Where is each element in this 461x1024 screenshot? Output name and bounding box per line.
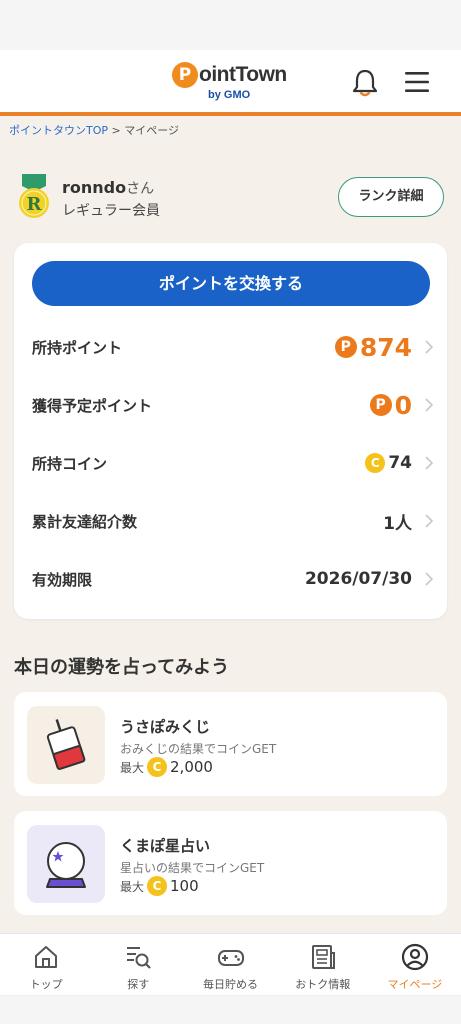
nav-label: トップ [29, 978, 63, 991]
logo-text: ointTown [199, 63, 287, 86]
row-value: C 74 [365, 446, 412, 480]
bottom-nav: トップ 探す 毎日貯める おトク情報 マイページ [0, 933, 461, 995]
system-nav-area [0, 996, 461, 1024]
user-icon [401, 943, 429, 971]
owned-coins-row[interactable]: 所持コイン C 74 [32, 434, 434, 492]
member-type: レギュラー会員 [62, 203, 160, 219]
breadcrumb-separator: > [108, 124, 125, 137]
rank-detail-button[interactable]: ランク詳細 [338, 177, 444, 217]
point-icon: P [334, 336, 357, 358]
fortune-card-horoscope[interactable]: くまぽ星占い 星占いの結果でコインGET 最大 C 100 [14, 811, 447, 915]
rank-letter: R [27, 194, 43, 215]
username: ronndoさん [62, 178, 154, 198]
row-label: 累計友達紹介数 [32, 513, 138, 531]
exchange-points-button[interactable]: ポイントを交換する [32, 261, 430, 306]
nav-label: 探す [127, 978, 150, 991]
search-list-icon [127, 947, 152, 969]
coin-icon: C [365, 453, 386, 473]
fortune-title: くまぽ星占い [120, 837, 211, 855]
gamepad-icon [217, 950, 244, 966]
chevron-right-icon [425, 514, 434, 528]
rank-medal-icon: R [19, 174, 49, 218]
nav-top[interactable]: トップ [0, 934, 92, 996]
crystal-ball-icon [27, 825, 105, 903]
nav-mypage[interactable]: マイページ [369, 934, 461, 996]
pointtown-logo[interactable]: P ointTown by GMO [172, 62, 292, 104]
nav-label: おトク情報 [295, 978, 351, 991]
points-card: ポイントを交換する 所持ポイント P 874 獲得予定ポイント P 0 所持コイ… [14, 243, 447, 619]
coin-icon: C [147, 876, 168, 896]
row-value: 2026/07/30 [305, 562, 412, 596]
coin-icon: C [147, 757, 168, 777]
logo-sub: by GMO [208, 89, 251, 101]
username-suffix: さん [126, 181, 155, 197]
referral-count-value: 1人 [383, 513, 412, 534]
nav-search[interactable]: 探す [92, 934, 184, 996]
row-label: 所持コイン [32, 455, 108, 473]
nav-label: マイページ [387, 978, 443, 991]
chevron-right-icon [425, 572, 434, 586]
row-label: 所持ポイント [32, 339, 123, 357]
owned-points-row[interactable]: 所持ポイント P 874 [32, 318, 434, 376]
max-label: 最大 [120, 760, 145, 775]
fortune-max: 最大 C 100 [120, 876, 199, 896]
hamburger-menu-icon[interactable] [404, 70, 430, 94]
fortune-title: うさぽみくじ [120, 718, 211, 736]
point-icon: P [369, 394, 392, 416]
expiry-date-value: 2026/07/30 [304, 569, 412, 589]
nav-label: 毎日貯める [203, 978, 258, 991]
pending-points-value: 0 [394, 390, 412, 420]
referral-count-row[interactable]: 累計友達紹介数 1人 [32, 492, 434, 550]
max-label: 最大 [120, 879, 145, 894]
breadcrumb-current: マイページ [124, 124, 180, 137]
fortune-section-title: 本日の運勢を占ってみよう [14, 657, 230, 678]
fortune-max: 最大 C 2,000 [120, 757, 213, 777]
fortune-desc: おみくじの結果でコインGET [120, 742, 277, 756]
max-amount: 100 [170, 877, 199, 895]
logo-mark: P [172, 62, 198, 88]
newspaper-icon [311, 945, 335, 969]
username-text: ronndo [62, 178, 127, 197]
chevron-right-icon [425, 456, 434, 470]
breadcrumb: ポイントタウンTOP > マイページ [9, 122, 179, 138]
fortune-card-omikuji[interactable]: うさぽみくじ おみくじの結果でコインGET 最大 C 2,000 [14, 692, 447, 796]
home-icon [35, 946, 58, 968]
row-value: 1人 [383, 504, 412, 538]
row-value: P 874 [334, 330, 412, 364]
breadcrumb-home-link[interactable]: ポイントタウンTOP [9, 124, 108, 137]
profile-summary: R ronndoさん レギュラー会員 ランク詳細 [16, 172, 446, 228]
bell-icon[interactable] [351, 68, 379, 98]
pending-points-row[interactable]: 獲得予定ポイント P 0 [32, 376, 434, 434]
row-label: 獲得予定ポイント [32, 397, 153, 415]
fortune-desc: 星占いの結果でコインGET [120, 861, 265, 875]
owned-points-value: 874 [359, 332, 412, 362]
row-value: P 0 [369, 388, 412, 422]
status-bar-area [0, 0, 461, 50]
nav-deals[interactable]: おトク情報 [277, 934, 369, 996]
max-amount: 2,000 [170, 758, 213, 776]
omikuji-icon [27, 706, 105, 784]
app-header: P ointTown by GMO [0, 50, 461, 116]
chevron-right-icon [425, 340, 434, 354]
owned-coins-value: 74 [388, 453, 412, 473]
row-label: 有効期限 [32, 571, 93, 589]
expiry-row[interactable]: 有効期限 2026/07/30 [32, 550, 434, 608]
nav-daily[interactable]: 毎日貯める [184, 934, 276, 996]
chevron-right-icon [425, 398, 434, 412]
